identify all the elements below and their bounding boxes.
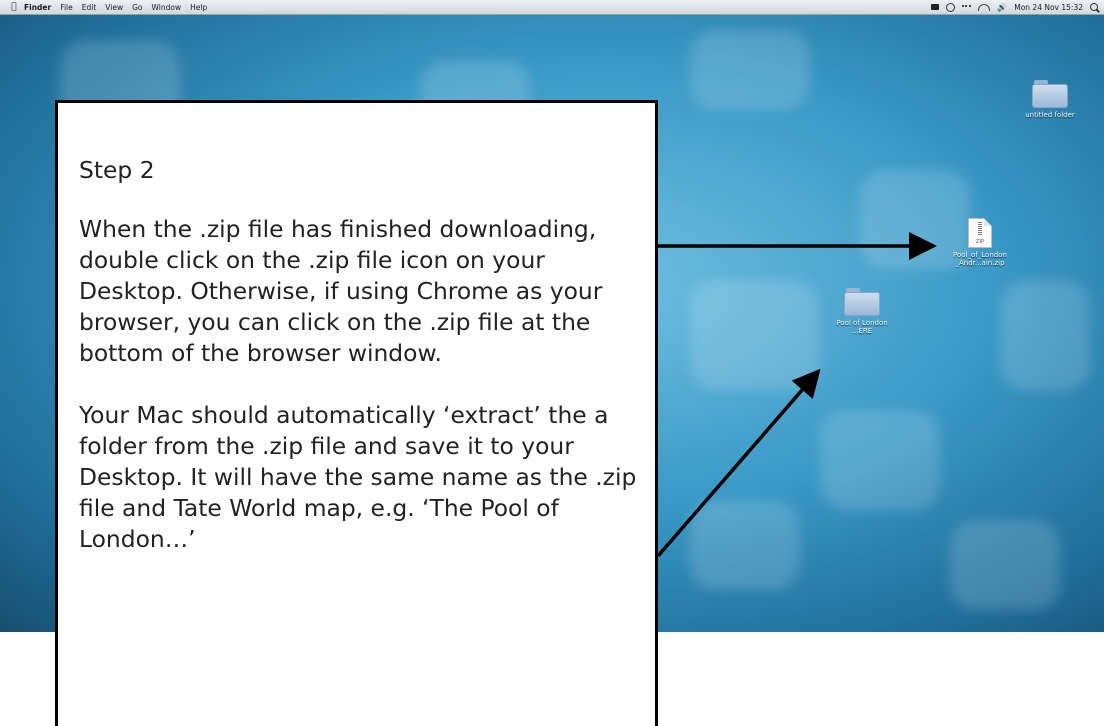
screen-mirroring-icon[interactable] (931, 4, 940, 10)
folder-icon (1032, 80, 1068, 108)
step-title: Step 2 (79, 156, 155, 184)
desktop-icon-extracted-folder[interactable]: Pool of London ...ERE (822, 288, 902, 335)
folder-icon (844, 288, 880, 316)
menu-extras: 🔊 Mon 24 Nov 15:32 (931, 0, 1098, 14)
desktop-icon-label: Pool_of_London (953, 251, 1007, 259)
menu-window[interactable]: Window (152, 3, 182, 12)
apple-icon[interactable]:  (4, 2, 24, 12)
menu-bar:  Finder File Edit View Go Window Help 🔊… (0, 0, 1104, 15)
bluetooth-icon[interactable] (962, 4, 972, 10)
menu-finder[interactable]: Finder (24, 3, 51, 12)
desktop-icon-label: Pool of London (836, 319, 888, 327)
desktop-icon-label: _Andr...ain.zip (955, 259, 1005, 267)
menu-clock[interactable]: Mon 24 Nov 15:32 (1014, 3, 1083, 12)
instruction-paragraph-1: When the .zip file has finished download… (79, 215, 603, 367)
desktop-icon-label: ...ERE (851, 327, 873, 335)
time-machine-icon[interactable] (946, 2, 956, 12)
menu-view[interactable]: View (105, 3, 123, 12)
desktop-icon-untitled-folder[interactable]: untitled folder (1010, 80, 1090, 119)
wifi-icon[interactable] (978, 3, 991, 11)
menu-go[interactable]: Go (132, 3, 142, 12)
zip-file-icon: ZIP (968, 218, 992, 248)
menu-edit[interactable]: Edit (82, 3, 97, 12)
volume-icon[interactable]: 🔊 (997, 3, 1007, 12)
menu-help[interactable]: Help (190, 3, 207, 12)
desktop-icon-label: untitled folder (1025, 111, 1075, 119)
spotlight-search-icon[interactable] (1090, 3, 1098, 11)
desktop-icon-zip-file[interactable]: ZIP Pool_of_London _Andr...ain.zip (940, 218, 1020, 267)
instruction-paragraph-2: Your Mac should automatically ‘extract’ … (79, 401, 637, 553)
instruction-callout: Step 2 When the .zip file has finished d… (55, 100, 658, 726)
menu-file[interactable]: File (60, 3, 73, 12)
